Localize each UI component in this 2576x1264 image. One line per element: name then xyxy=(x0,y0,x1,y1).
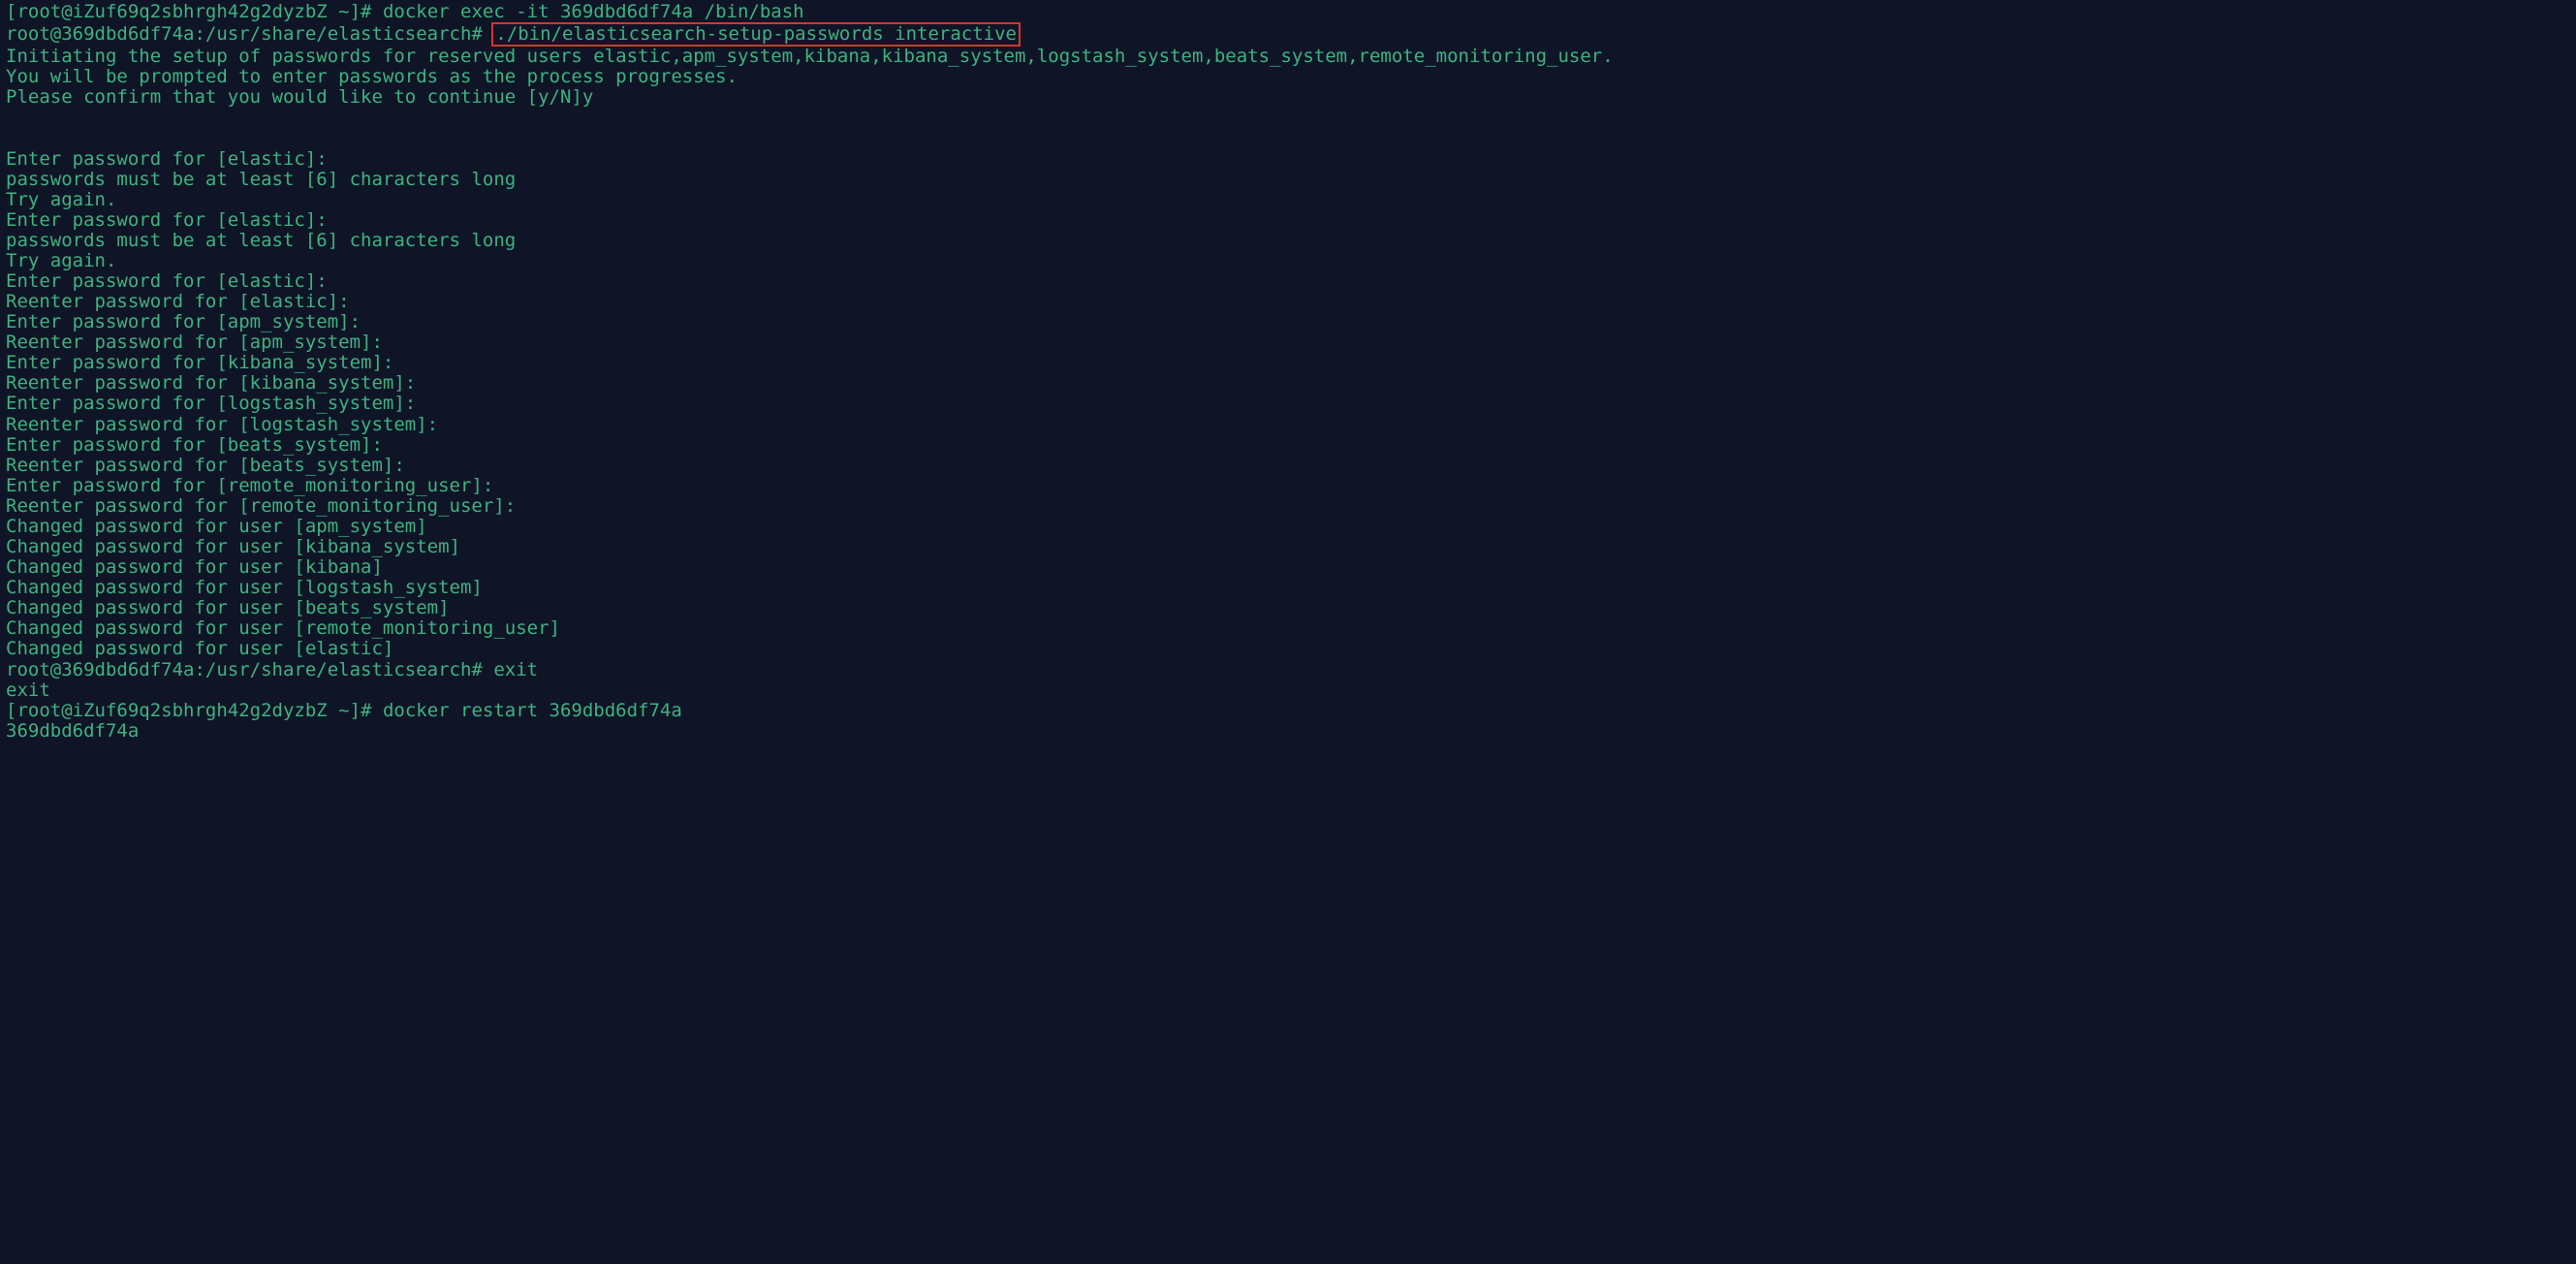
output-text: Reenter password for [beats_system]: xyxy=(6,455,416,476)
terminal-line: Reenter password for [elastic]: xyxy=(6,292,2570,312)
shell-prompt: root@369dbd6df74a:/usr/share/elasticsear… xyxy=(6,23,493,45)
terminal-line: [root@iZuf69q2sbhrgh42g2dyzbZ ~]# docker… xyxy=(6,2,2570,22)
shell-command: docker restart 369dbd6df74a xyxy=(383,700,682,721)
terminal-line: Changed password for user [apm_system] xyxy=(6,517,2570,537)
output-text: Enter password for [kibana_system]: xyxy=(6,352,405,373)
terminal-line: You will be prompted to enter passwords … xyxy=(6,67,2570,87)
output-text: Changed password for user [elastic] xyxy=(6,638,393,659)
terminal-line: Try again. xyxy=(6,251,2570,271)
terminal-line: Enter password for [kibana_system]: xyxy=(6,353,2570,373)
output-text: Please confirm that you would like to co… xyxy=(6,86,593,108)
output-text: Changed password for user [kibana_system… xyxy=(6,536,460,557)
shell-command: exit xyxy=(493,659,538,680)
output-text: Try again. xyxy=(6,250,116,271)
output-text: Reenter password for [remote_monitoring_… xyxy=(6,495,527,517)
output-text: Changed password for user [apm_system] xyxy=(6,516,427,537)
output-text: passwords must be at least [6] character… xyxy=(6,169,516,190)
shell-prompt: [root@iZuf69q2sbhrgh42g2dyzbZ ~]# xyxy=(6,700,383,721)
terminal-line: Try again. xyxy=(6,190,2570,210)
terminal-line: exit xyxy=(6,680,2570,701)
output-text: Enter password for [elastic]: xyxy=(6,148,338,170)
output-text: Reenter password for [elastic]: xyxy=(6,291,361,312)
output-text: Changed password for user [logstash_syst… xyxy=(6,577,483,598)
output-text: Changed password for user [kibana] xyxy=(6,556,383,578)
output-text: Enter password for [logstash_system]: xyxy=(6,393,427,414)
shell-command: ./bin/elasticsearch-setup-passwords inte… xyxy=(491,22,1021,47)
output-text: Changed password for user [remote_monito… xyxy=(6,617,560,639)
terminal-line: [root@iZuf69q2sbhrgh42g2dyzbZ ~]# docker… xyxy=(6,701,2570,721)
output-text: Enter password for [beats_system]: xyxy=(6,434,393,456)
shell-prompt: root@369dbd6df74a:/usr/share/elasticsear… xyxy=(6,659,493,680)
terminal-line: Enter password for [elastic]: xyxy=(6,149,2570,170)
output-text: Reenter password for [logstash_system]: xyxy=(6,414,450,435)
terminal-line: Reenter password for [apm_system]: xyxy=(6,332,2570,353)
terminal-line xyxy=(6,108,2570,128)
output-text: passwords must be at least [6] character… xyxy=(6,230,516,251)
terminal-line: Enter password for [elastic]: xyxy=(6,271,2570,292)
terminal-line xyxy=(6,128,2570,148)
terminal-line: Changed password for user [logstash_syst… xyxy=(6,578,2570,598)
terminal-line: 369dbd6df74a xyxy=(6,721,2570,742)
terminal-line: Changed password for user [kibana_system… xyxy=(6,537,2570,557)
output-text: exit xyxy=(6,679,50,701)
output-text: Enter password for [remote_monitoring_us… xyxy=(6,475,505,496)
terminal-line: Changed password for user [elastic] xyxy=(6,639,2570,659)
output-text: Initiating the setup of passwords for re… xyxy=(6,46,1614,67)
terminal-line: Enter password for [beats_system]: xyxy=(6,435,2570,456)
terminal-line: passwords must be at least [6] character… xyxy=(6,231,2570,251)
output-text: You will be prompted to enter passwords … xyxy=(6,66,738,87)
terminal-line: Initiating the setup of passwords for re… xyxy=(6,47,2570,67)
terminal-line: Reenter password for [logstash_system]: xyxy=(6,415,2570,435)
output-text: Enter password for [apm_system]: xyxy=(6,311,372,332)
terminal-line: Reenter password for [beats_system]: xyxy=(6,456,2570,476)
output-text: Reenter password for [apm_system]: xyxy=(6,332,393,353)
shell-command: docker exec -it 369dbd6df74a /bin/bash xyxy=(383,1,804,22)
output-text: Enter password for [elastic]: xyxy=(6,270,338,292)
output-text: Try again. xyxy=(6,189,116,210)
output-text xyxy=(6,107,16,128)
output-text: Enter password for [elastic]: xyxy=(6,209,338,231)
terminal-line: passwords must be at least [6] character… xyxy=(6,170,2570,190)
terminal-line: Enter password for [logstash_system]: xyxy=(6,394,2570,414)
terminal-line: Enter password for [apm_system]: xyxy=(6,312,2570,332)
terminal-line: Changed password for user [kibana] xyxy=(6,557,2570,578)
terminal-output[interactable]: [root@iZuf69q2sbhrgh42g2dyzbZ ~]# docker… xyxy=(0,0,2576,743)
output-text: 369dbd6df74a xyxy=(6,720,139,742)
terminal-line: Please confirm that you would like to co… xyxy=(6,87,2570,108)
output-text: Changed password for user [beats_system] xyxy=(6,597,450,618)
terminal-line: Enter password for [elastic]: xyxy=(6,210,2570,231)
terminal-line: Reenter password for [kibana_system]: xyxy=(6,373,2570,394)
output-text: Reenter password for [kibana_system]: xyxy=(6,372,427,394)
terminal-line: root@369dbd6df74a:/usr/share/elasticsear… xyxy=(6,22,2570,47)
output-text xyxy=(6,127,16,148)
terminal-line: Changed password for user [remote_monito… xyxy=(6,618,2570,639)
terminal-line: root@369dbd6df74a:/usr/share/elasticsear… xyxy=(6,660,2570,680)
terminal-line: Enter password for [remote_monitoring_us… xyxy=(6,476,2570,496)
terminal-line: Reenter password for [remote_monitoring_… xyxy=(6,496,2570,517)
terminal-line: Changed password for user [beats_system] xyxy=(6,598,2570,618)
shell-prompt: [root@iZuf69q2sbhrgh42g2dyzbZ ~]# xyxy=(6,1,383,22)
